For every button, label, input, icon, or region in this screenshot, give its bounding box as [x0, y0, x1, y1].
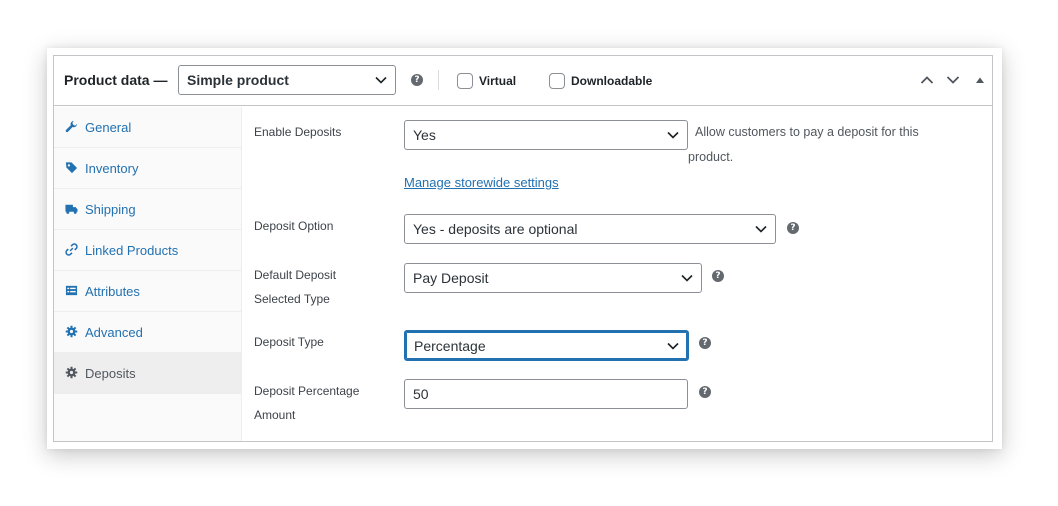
help-icon[interactable]: ?	[699, 386, 711, 398]
deposit-type-label: Deposit Type	[254, 335, 324, 349]
gear-icon	[65, 325, 78, 338]
wrench-icon	[65, 120, 77, 133]
deposit-amount-input[interactable]: 50	[404, 379, 688, 409]
help-icon[interactable]: ?	[787, 222, 799, 234]
panel-title: Product data —	[64, 72, 168, 88]
chevron-down-icon	[667, 342, 679, 350]
tab-deposits[interactable]: Deposits	[54, 353, 241, 394]
tag-icon	[65, 162, 78, 174]
chevron-down-icon	[667, 131, 679, 139]
deposit-option-value: Yes - deposits are optional	[413, 221, 578, 237]
default-deposit-type-value: Pay Deposit	[413, 270, 489, 286]
move-down-icon[interactable]	[946, 75, 960, 85]
product-data-tabs: General Inventory Shipping Linked Produc…	[54, 107, 242, 441]
default-deposit-type-label: Default Deposit	[254, 268, 337, 282]
tab-label: Inventory	[85, 160, 139, 176]
deposit-type-value: Percentage	[414, 337, 486, 354]
tab-linked-products[interactable]: Linked Products	[54, 230, 241, 271]
tab-attributes[interactable]: Attributes	[54, 271, 241, 312]
chevron-down-icon	[681, 274, 693, 282]
deposit-option-select[interactable]: Yes - deposits are optional	[404, 214, 776, 244]
downloadable-checkbox[interactable]	[549, 73, 565, 89]
tab-label: General	[85, 119, 132, 135]
help-icon[interactable]: ?	[712, 270, 724, 282]
default-deposit-type-label-cont: Selected Type	[254, 292, 330, 306]
manage-storewide-settings-link[interactable]: Manage storewide settings	[404, 175, 559, 190]
tab-label: Shipping	[85, 201, 136, 217]
deposit-amount-label-cont: Amount	[254, 408, 296, 422]
tab-label: Deposits	[85, 365, 136, 381]
list-icon	[65, 285, 78, 296]
enable-deposits-description: Allow customers to pay a deposit for thi…	[695, 125, 919, 139]
product-type-value: Simple product	[187, 72, 289, 88]
deposit-amount-value: 50	[413, 386, 429, 402]
panel-header: Product data — Simple product ? Virtual …	[54, 56, 992, 106]
enable-deposits-label: Enable Deposits	[254, 125, 342, 139]
gear-icon	[65, 366, 78, 379]
collapse-toggle-icon[interactable]	[975, 76, 985, 84]
move-up-icon[interactable]	[920, 75, 934, 85]
default-deposit-type-select[interactable]: Pay Deposit	[404, 263, 702, 293]
help-icon[interactable]: ?	[699, 337, 711, 349]
deposit-amount-label: Deposit Percentage	[254, 384, 360, 398]
tab-label: Attributes	[85, 283, 140, 299]
virtual-checkbox[interactable]	[457, 73, 473, 89]
truck-icon	[65, 204, 78, 214]
virtual-label[interactable]: Virtual	[479, 74, 516, 88]
product-type-select[interactable]: Simple product	[178, 65, 396, 95]
tab-inventory[interactable]: Inventory	[54, 148, 241, 189]
chevron-down-icon	[755, 225, 767, 233]
enable-deposits-select[interactable]: Yes	[404, 120, 688, 150]
tab-advanced[interactable]: Advanced	[54, 312, 241, 353]
deposit-option-label: Deposit Option	[254, 219, 334, 233]
link-icon	[65, 243, 78, 256]
help-icon[interactable]: ?	[411, 74, 423, 86]
tab-label: Advanced	[85, 324, 143, 340]
downloadable-label[interactable]: Downloadable	[571, 74, 652, 88]
enable-deposits-value: Yes	[413, 127, 436, 143]
tab-general[interactable]: General	[54, 107, 241, 148]
deposit-type-select[interactable]: Percentage	[404, 330, 689, 361]
tab-label: Linked Products	[85, 242, 179, 258]
enable-deposits-description-cont: product.	[688, 150, 734, 164]
product-data-panel: Product data — Simple product ? Virtual …	[53, 55, 993, 442]
tab-shipping[interactable]: Shipping	[54, 189, 241, 230]
header-divider	[438, 70, 439, 90]
chevron-down-icon	[375, 76, 387, 84]
